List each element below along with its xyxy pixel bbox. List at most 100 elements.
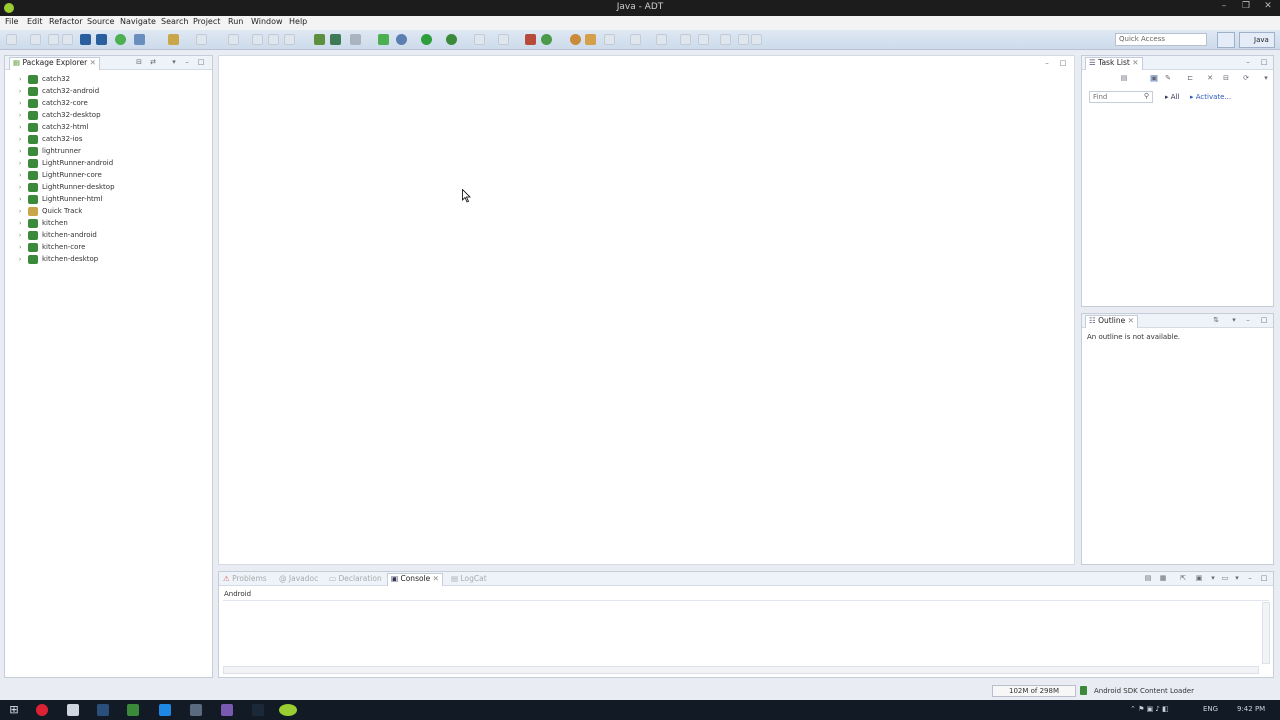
- trash-icon[interactable]: [1080, 686, 1087, 695]
- toolbar-blank-icon[interactable]: [680, 34, 691, 45]
- save-all-icon[interactable]: [48, 34, 59, 45]
- hide-completed-icon[interactable]: ✕: [1206, 75, 1214, 82]
- close-tab-icon[interactable]: ✕: [1128, 316, 1134, 325]
- menu-file[interactable]: File: [5, 17, 18, 26]
- sdk-manager-icon[interactable]: [80, 34, 91, 45]
- debug-icon[interactable]: [396, 34, 407, 45]
- collapse-icon[interactable]: ⊟: [1222, 75, 1230, 82]
- collapse-all-icon[interactable]: ⊟: [135, 59, 143, 66]
- minimize-button[interactable]: –: [1216, 1, 1232, 15]
- minimize-view-icon[interactable]: –: [1244, 59, 1252, 66]
- expand-arrow-icon[interactable]: ›: [19, 100, 21, 107]
- close-tab-icon[interactable]: ✕: [90, 58, 96, 67]
- editor-area[interactable]: – □: [218, 55, 1075, 565]
- toolbar-blank-icon[interactable]: [630, 34, 641, 45]
- console-vertical-scrollbar[interactable]: [1262, 602, 1270, 664]
- tray-icons[interactable]: ⌃ ⚑ ▣ ♪ ◧: [1130, 705, 1169, 713]
- sync-icon[interactable]: ⟳: [1242, 75, 1250, 82]
- toolbar-blank-icon[interactable]: [498, 34, 509, 45]
- chrome-icon[interactable]: [36, 704, 48, 716]
- view-menu-icon[interactable]: ▾: [1233, 575, 1241, 582]
- expand-arrow-icon[interactable]: ›: [19, 196, 21, 203]
- expand-arrow-icon[interactable]: ›: [19, 244, 21, 251]
- taskbar-app-icon[interactable]: [97, 704, 109, 716]
- adt-taskbar-icon[interactable]: [279, 704, 297, 716]
- display-console-icon[interactable]: ▣: [1195, 575, 1203, 582]
- expand-arrow-icon[interactable]: ›: [19, 232, 21, 239]
- save-icon[interactable]: [30, 34, 41, 45]
- menu-source[interactable]: Source: [87, 17, 114, 26]
- minimize-editor-icon[interactable]: –: [1043, 60, 1051, 67]
- pin-editor-icon[interactable]: [751, 34, 762, 45]
- expand-arrow-icon[interactable]: ›: [19, 136, 21, 143]
- expand-arrow-icon[interactable]: ›: [19, 220, 21, 227]
- categorized-icon[interactable]: ▣: [1150, 75, 1158, 82]
- new-xml-icon[interactable]: [168, 34, 179, 45]
- tab-javadoc[interactable]: @ Javadoc: [279, 574, 318, 583]
- menu-navigate[interactable]: Navigate: [120, 17, 156, 26]
- new-icon[interactable]: [6, 34, 17, 45]
- open-type-icon[interactable]: [570, 34, 581, 45]
- menu-help[interactable]: Help: [289, 17, 307, 26]
- task-list-tab[interactable]: ☰ Task List ✕: [1085, 57, 1143, 70]
- tab-console[interactable]: ▣ Console ✕: [387, 573, 443, 586]
- outline-tab[interactable]: ☷ Outline ✕: [1085, 315, 1138, 328]
- search-icon[interactable]: [604, 34, 615, 45]
- focus-icon[interactable]: ⊏: [1186, 75, 1194, 82]
- package-explorer-tab[interactable]: ▦ Package Explorer ✕: [9, 57, 100, 70]
- clear-console-icon[interactable]: ▤: [1144, 575, 1152, 582]
- view-menu-icon[interactable]: ▾: [1230, 317, 1238, 324]
- taskbar-app-icon[interactable]: [190, 704, 202, 716]
- expand-arrow-icon[interactable]: ›: [19, 76, 21, 83]
- language-indicator[interactable]: ENG: [1203, 705, 1218, 713]
- external-tools-icon[interactable]: [446, 34, 457, 45]
- close-tab-icon[interactable]: ✕: [1132, 58, 1138, 67]
- toolbar-blank-icon[interactable]: [252, 34, 263, 45]
- maximize-view-icon[interactable]: □: [1260, 59, 1268, 66]
- pin-console-icon[interactable]: ⇱: [1179, 575, 1187, 582]
- close-tab-icon[interactable]: ✕: [433, 574, 439, 583]
- menu-search[interactable]: Search: [161, 17, 188, 26]
- minimize-view-icon[interactable]: –: [1244, 317, 1252, 324]
- java-perspective-button[interactable]: Java: [1239, 32, 1275, 48]
- toolbar-blank-icon[interactable]: [284, 34, 295, 45]
- view-menu-icon[interactable]: ▾: [1262, 75, 1270, 82]
- menu-run[interactable]: Run: [228, 17, 243, 26]
- tab-declaration[interactable]: ▭ Declaration: [329, 574, 382, 583]
- new-android-project-icon[interactable]: [134, 34, 145, 45]
- restore-button[interactable]: ❐: [1238, 1, 1254, 15]
- close-button[interactable]: ✕: [1260, 1, 1276, 15]
- open-task-icon[interactable]: [330, 34, 341, 45]
- toolbar-misc-icon[interactable]: [585, 34, 596, 45]
- maximize-view-icon[interactable]: □: [197, 59, 205, 66]
- expand-arrow-icon[interactable]: ›: [19, 88, 21, 95]
- maximize-view-icon[interactable]: □: [1260, 575, 1268, 582]
- visual-studio-icon[interactable]: [221, 704, 233, 716]
- toolbar-blank-icon[interactable]: [656, 34, 667, 45]
- tab-problems[interactable]: ⚠ Problems: [223, 574, 267, 583]
- back-icon[interactable]: [720, 34, 731, 45]
- toolbar-blank-icon[interactable]: [228, 34, 239, 45]
- maximize-view-icon[interactable]: □: [1260, 317, 1268, 324]
- run-icon[interactable]: [421, 34, 432, 45]
- quick-access-input[interactable]: Quick Access: [1115, 33, 1207, 46]
- toolbar-blank-icon[interactable]: [196, 34, 207, 45]
- print-icon[interactable]: [62, 34, 73, 45]
- expand-arrow-icon[interactable]: ›: [19, 208, 21, 215]
- avd-manager-icon[interactable]: [96, 34, 107, 45]
- scroll-lock-icon[interactable]: ▦: [1159, 575, 1167, 582]
- taskbar-app-icon[interactable]: [127, 704, 139, 716]
- menu-edit[interactable]: Edit: [27, 17, 43, 26]
- link-with-editor-icon[interactable]: ⇄: [149, 59, 157, 66]
- android-lint-icon[interactable]: [115, 34, 126, 45]
- new-task-icon[interactable]: ▤: [1120, 75, 1128, 82]
- activate-link[interactable]: ▸ Activate...: [1190, 93, 1231, 101]
- new-package-icon[interactable]: [541, 34, 552, 45]
- toolbar-misc-icon[interactable]: [350, 34, 361, 45]
- expand-arrow-icon[interactable]: ›: [19, 160, 21, 167]
- console-horizontal-scrollbar[interactable]: [223, 666, 1259, 674]
- skype-icon[interactable]: [159, 704, 171, 716]
- scheduled-icon[interactable]: ✎: [1164, 75, 1172, 82]
- clock[interactable]: 9:42 PM: [1237, 705, 1265, 713]
- open-perspective-icon[interactable]: [1217, 32, 1235, 48]
